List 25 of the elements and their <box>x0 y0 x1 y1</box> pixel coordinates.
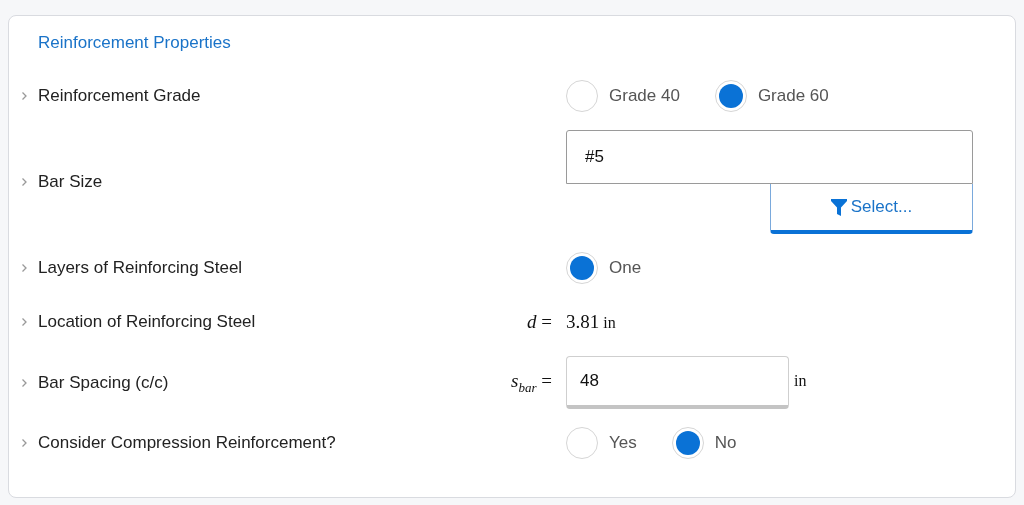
radio-option[interactable]: Grade 40 <box>566 80 680 112</box>
value-text: 3.81 in <box>566 311 617 333</box>
section-title: Reinforcement Properties <box>38 33 231 53</box>
chevron-icon[interactable] <box>21 438 28 448</box>
bar-size-field[interactable]: #5 <box>566 130 973 184</box>
chevron-icon[interactable] <box>21 177 28 187</box>
filter-icon <box>830 198 847 216</box>
unit-label: in <box>794 372 807 390</box>
chevron-icon[interactable] <box>21 377 28 388</box>
radio-option[interactable]: Yes <box>566 427 637 459</box>
radio-option[interactable]: One <box>566 252 642 284</box>
field-label: Consider Compression Reinforcement? <box>38 433 337 453</box>
chevron-icon[interactable] <box>21 317 28 327</box>
field-label: Layers of Reinforcing Steel <box>38 258 244 278</box>
math-symbol: s$_{bar}$ = <box>511 369 553 396</box>
field-label: Reinforcement Grade <box>38 86 202 106</box>
radio-option[interactable]: Grade 60 <box>714 80 829 112</box>
field-label: Bar Size <box>38 172 104 192</box>
chevron-icon[interactable] <box>21 91 28 101</box>
spacing-field[interactable]: 48 <box>566 356 789 409</box>
field-label: Location of Reinforcing Steel <box>38 312 257 332</box>
chevron-icon[interactable] <box>21 263 28 273</box>
math-symbol: d = <box>527 311 553 333</box>
field-label: Bar Spacing (c/c) <box>38 372 170 393</box>
select-button[interactable]: Select... <box>770 184 973 234</box>
